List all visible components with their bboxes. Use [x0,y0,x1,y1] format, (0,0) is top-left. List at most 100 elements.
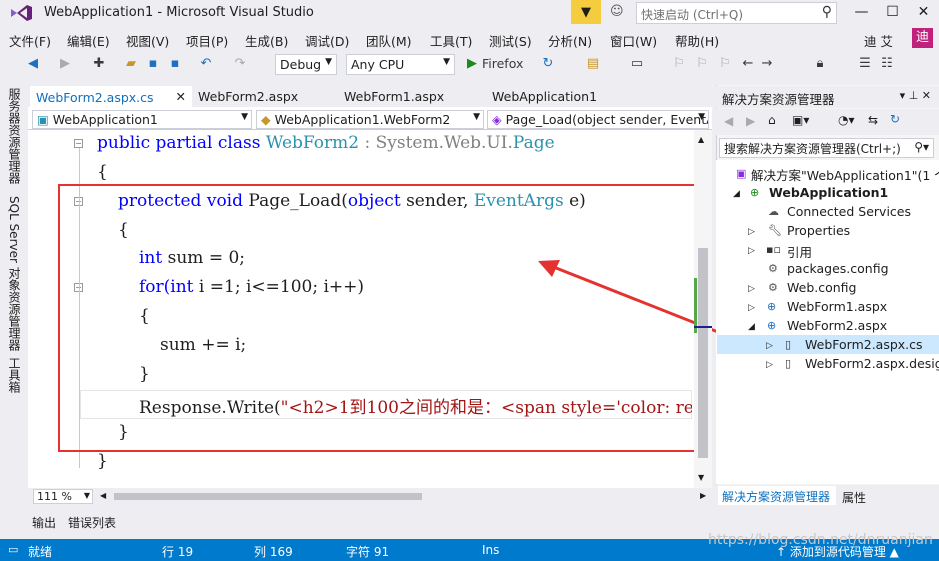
expand-arrow-icon[interactable]: ▷ [766,341,773,351]
feedback-icon[interactable]: ☺ [610,4,630,22]
expand-arrow-icon[interactable]: ▷ [748,227,755,237]
nav-forward-icon[interactable]: → [758,55,776,73]
menu-edit[interactable]: 编辑(E) [67,31,110,50]
editor-vertical-scrollbar[interactable]: ▲ ▼ [694,130,712,488]
refresh-icon[interactable]: ↻ [540,55,556,73]
collapse-icon[interactable]: − [74,139,83,148]
menu-tools[interactable]: 工具(T) [430,31,472,50]
side-tab-server-explorer[interactable]: 服务器资源管理器 [6,88,23,184]
side-tab-toolbox[interactable]: 工具箱 [6,357,23,393]
project-dropdown[interactable]: ▣ WebApplication1 ▼ [32,110,252,129]
chevron-down-icon: ▼ [473,112,480,122]
save-icon[interactable]: ▪ [145,55,161,73]
project-dropdown-value: WebApplication1 [52,112,158,127]
tree-item-project[interactable]: WebApplication1 [769,185,888,200]
horizontal-scrollbar-thumb[interactable] [114,493,422,500]
class-dropdown[interactable]: ◆ WebApplication1.WebForm2 ▼ [256,110,484,129]
tree-item-solution[interactable]: 解决方案"WebApplication1"(1 个 [751,165,939,184]
bookmark-next-icon[interactable]: ⚐ [716,55,734,73]
run-icon[interactable]: ▶ [464,55,480,73]
pending-changes-icon[interactable]: ◔▾ [838,113,855,127]
menu-help[interactable]: 帮助(H) [675,31,719,50]
save-all-icon[interactable]: ▪ [166,55,184,73]
run-target-button[interactable]: Firefox [482,55,526,73]
tree-item-webform1[interactable]: WebForm1.aspx [787,299,887,314]
tab-webform2-aspx-cs[interactable]: WebForm2.aspx.cs ✕ [30,86,192,107]
tree-item-properties[interactable]: Properties [787,223,850,238]
close-icon[interactable]: ✕ [176,89,186,104]
expand-arrow-icon[interactable]: ▷ [766,360,773,370]
lock-icon[interactable]: 🔒︎ [812,55,828,73]
tab-webform2-aspx[interactable]: WebForm2.aspx [192,86,304,107]
tree-item-references[interactable]: 引用 [787,242,812,261]
bookmark-icon[interactable]: ⚐ [670,55,688,73]
refresh-icon[interactable]: ↻ [890,112,900,126]
scroll-up-icon[interactable]: ▲ [698,135,704,144]
avatar[interactable]: 迪 [912,28,933,48]
tree-item-webform2-cs[interactable]: WebForm2.aspx.cs [805,337,923,352]
quick-launch-input[interactable]: 快速启动 (Ctrl+Q) ⚲ [636,2,837,24]
expand-arrow-icon[interactable]: ▷ [748,246,755,256]
redo-icon[interactable]: ↷ [231,55,249,73]
nav-back-icon[interactable]: ← [739,55,757,73]
solution-search-input[interactable]: 搜索解决方案资源管理器(Ctrl+;) ⚲▾ [719,138,934,158]
collapse-arrow-icon[interactable]: ◢ [733,189,740,199]
expand-arrow-icon[interactable]: ▷ [748,303,755,313]
maximize-icon[interactable]: ☐ [877,0,908,26]
back-icon[interactable]: ◀ [724,114,733,128]
minimize-icon[interactable]: — [846,0,877,26]
configuration-select[interactable]: Debug ▼ [275,54,337,75]
references-icon: ▪▫ [766,243,781,256]
back-icon[interactable]: ◀ [24,55,42,73]
tab-webform1-aspx[interactable]: WebForm1.aspx [338,86,450,107]
notification-filter-icon[interactable]: ▼ [571,0,601,24]
scrollbar-thumb[interactable] [698,248,708,458]
tab-solution-explorer[interactable]: 解决方案资源管理器 [718,486,836,505]
text-format-icon[interactable]: ▭ [628,55,646,73]
menu-file[interactable]: 文件(F) [9,31,51,50]
zoom-select[interactable]: 111 % ▼ [33,489,93,504]
menu-test[interactable]: 测试(S) [489,31,532,50]
bookmark-prev-icon[interactable]: ⚐ [693,55,711,73]
member-dropdown[interactable]: ◈ Page_Load(object sender, EventArgs e)▼ [487,110,709,129]
scroll-down-icon[interactable]: ▼ [698,473,704,482]
menu-view[interactable]: 视图(V) [126,31,169,50]
switch-views-icon[interactable]: ▣▾ [792,113,809,127]
panel-options-icon[interactable]: ▾ ⊥ ✕ [900,89,931,102]
menu-team[interactable]: 团队(M) [366,31,412,50]
sync-icon[interactable]: ⇆ [868,113,878,127]
undo-icon[interactable]: ↶ [197,55,215,73]
expand-arrow-icon[interactable]: ▷ [748,284,755,294]
forward-icon[interactable]: ▶ [746,114,755,128]
close-icon[interactable]: ✕ [908,0,939,26]
forward-icon[interactable]: ▶ [57,55,73,73]
tab-output[interactable]: 输出 [32,514,56,531]
menu-project[interactable]: 项目(P) [186,31,228,50]
browser-link-icon[interactable]: ▤ [584,55,602,73]
uncomment-icon[interactable]: ☷ [878,55,896,73]
comment-icon[interactable]: ☰ [856,55,874,73]
menu-build[interactable]: 生成(B) [245,31,288,50]
home-icon[interactable]: ⌂ [768,113,776,127]
collapse-arrow-icon[interactable]: ◢ [748,322,755,332]
tree-item-connected-services[interactable]: Connected Services [787,204,911,219]
menu-debug[interactable]: 调试(D) [305,31,349,50]
user-name[interactable]: 迪 艾 [864,31,893,50]
tab-properties[interactable]: 属性 [842,489,866,506]
menu-window[interactable]: 窗口(W) [610,31,657,50]
scroll-right-icon[interactable]: ▶ [700,491,706,500]
new-project-icon[interactable]: ✚ [90,55,108,73]
menu-analyze[interactable]: 分析(N) [548,31,592,50]
tree-item-webform2-designer[interactable]: WebForm2.aspx.desig [805,356,939,371]
tree-item-packages-config[interactable]: packages.config [787,261,889,276]
tree-item-webform2[interactable]: WebForm2.aspx [787,318,887,333]
tree-item-web-config[interactable]: Web.config [787,280,856,295]
status-ready: 就绪 [28,545,53,559]
tab-webapplication1[interactable]: WebApplication1 [486,86,603,107]
tab-error-list[interactable]: 错误列表 [68,514,116,531]
scroll-left-icon[interactable]: ◀ [100,491,106,500]
open-folder-icon[interactable]: ▰ [122,55,140,73]
platform-select[interactable]: Any CPU ▼ [346,54,455,75]
side-tab-sql-server-explorer[interactable]: SQL Server 对象资源管理器 [6,196,23,351]
member-dropdown-value: Page_Load(object sender, EventArgs e) [505,112,708,127]
